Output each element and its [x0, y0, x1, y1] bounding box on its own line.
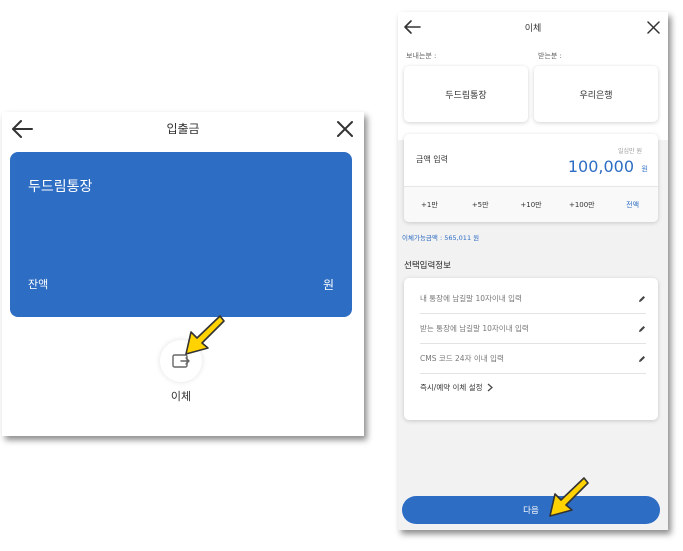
balance-unit: 원 [322, 278, 334, 292]
close-icon[interactable] [336, 120, 354, 138]
cms-code-field[interactable]: CMS 코드 24자 이내 입력 [420, 344, 646, 374]
deposit-withdraw-screen: 입출금 두드림통장 잔액 원 이체 [2, 112, 364, 436]
amount-unit: 원 [641, 165, 648, 173]
receiver-label: 받는분 : [538, 52, 562, 60]
section-title: 선택입력정보 [404, 261, 451, 271]
transfer-screen: 이체 보내는분 : 받는분 : 두드림통장 우리은행 금액 입력 일십만 원 1… [398, 12, 668, 530]
sender-label: 보내는분 : [406, 52, 437, 60]
page-title: 이체 [524, 24, 542, 34]
recipient-memo-placeholder: 받는 통장에 남길말 10자이내 입력 [420, 324, 529, 333]
optional-info-card: 내 통장에 남길말 10자이내 입력 받는 통장에 남길말 10자이내 입력 C… [404, 278, 658, 420]
quick-add-100k-button[interactable]: +10만 [506, 200, 557, 210]
amount-card: 금액 입력 일십만 원 100,000 원 +1만 +5만 +10만 +100만… [404, 134, 658, 222]
my-memo-placeholder: 내 통장에 남길말 10자이내 입력 [420, 294, 522, 303]
account-name: 두드림통장 [28, 179, 93, 195]
pencil-icon [639, 295, 645, 302]
pointer-arrow-icon [185, 315, 225, 355]
pencil-icon [639, 355, 645, 362]
account-card[interactable]: 두드림통장 잔액 원 [10, 152, 352, 317]
quick-add-1m-button[interactable]: +100만 [556, 200, 607, 210]
next-button[interactable]: 다음 [402, 496, 660, 524]
quick-add-10k-button[interactable]: +1만 [404, 200, 455, 210]
my-memo-field[interactable]: 내 통장에 남길말 10자이내 입력 [420, 284, 646, 314]
amount-input[interactable]: 100,000 [568, 157, 634, 176]
chevron-right-icon [487, 383, 493, 392]
amount-label: 금액 입력 [416, 155, 448, 164]
pencil-icon [639, 325, 645, 332]
sender-account-button[interactable]: 두드림통장 [404, 66, 528, 122]
balance-label: 잔액 [28, 278, 49, 291]
pointer-arrow-icon [549, 477, 589, 517]
left-header: 입출금 [2, 112, 364, 146]
quick-add-50k-button[interactable]: +5만 [455, 200, 506, 210]
schedule-transfer-option[interactable]: 즉시/예약 이체 설정 [420, 382, 493, 393]
recipient-memo-field[interactable]: 받는 통장에 남길말 10자이내 입력 [420, 314, 646, 344]
transfer-label: 이체 [170, 390, 192, 403]
transfer-header: 이체 [398, 12, 668, 44]
receiver-bank-button[interactable]: 우리은행 [534, 66, 658, 122]
schedule-transfer-label: 즉시/예약 이체 설정 [420, 383, 483, 392]
quick-amount-row: +1만 +5만 +10만 +100만 전액 [404, 187, 658, 222]
available-amount-text: 이체가능금액 : 565,011 원 [402, 234, 480, 242]
quick-all-button[interactable]: 전액 [607, 200, 658, 210]
close-icon[interactable] [647, 21, 660, 34]
amount-korean-text: 일십만 원 [618, 148, 642, 155]
page-title: 입출금 [166, 122, 200, 136]
cms-code-placeholder: CMS 코드 24자 이내 입력 [420, 354, 504, 363]
